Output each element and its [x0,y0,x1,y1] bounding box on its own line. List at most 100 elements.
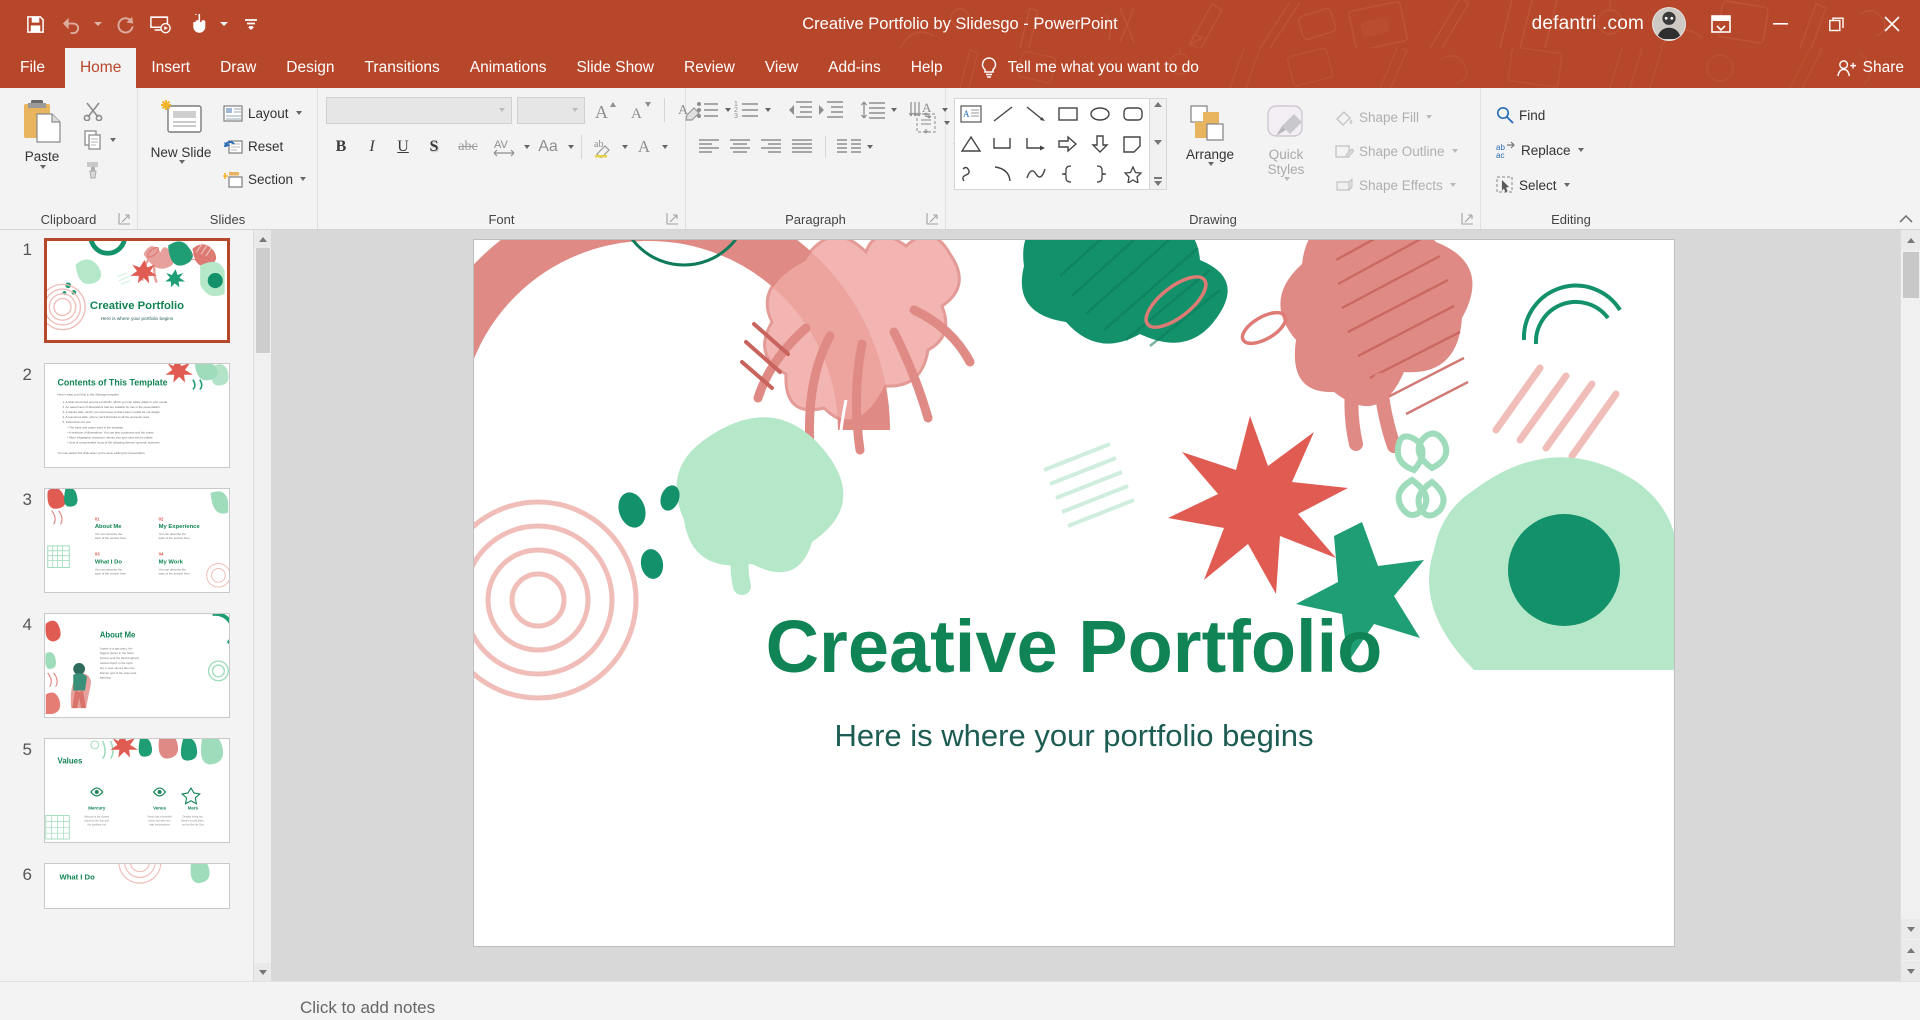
select-caret-icon[interactable] [1563,183,1570,187]
paste-caret-icon[interactable] [40,165,46,170]
format-painter-button[interactable] [78,155,121,183]
bullets-caret-icon[interactable] [725,108,731,112]
paste-button[interactable]: Paste [6,94,78,170]
align-left-button[interactable] [694,133,724,161]
thumbnail-row[interactable]: 2 Contents of This Template Here’s what … [0,363,271,468]
arrange-button[interactable]: Arrange [1177,98,1243,167]
start-presentation-icon[interactable] [144,8,178,40]
next-slide-icon[interactable] [1901,961,1920,981]
section-button[interactable]: Section [218,165,311,193]
font-size-combo[interactable] [517,96,585,124]
numbering-caret-icon[interactable] [765,108,771,112]
thumbnail-slide-6[interactable]: What I Do [44,863,230,909]
character-spacing-button[interactable]: AV [487,133,521,161]
text-shadow-button[interactable]: S [419,133,449,161]
redo-icon[interactable] [108,8,142,40]
select-button[interactable]: Select [1491,171,1575,199]
thumbnail-slide-4[interactable]: About Me Jupiter is a gas giant, the big… [44,613,230,718]
gallery-scroll-down-icon[interactable] [1154,139,1162,145]
increase-font-size-button[interactable]: A [590,96,620,124]
decrease-font-size-button[interactable]: A [625,96,655,124]
font-size-caret-icon[interactable] [572,108,578,112]
shape-outline-button[interactable]: Shape Outline [1329,137,1463,165]
share-button[interactable]: Share [1836,48,1904,88]
thumbpane-scroll-thumb[interactable] [256,248,270,353]
shape-outline-caret-icon[interactable] [1451,149,1458,153]
strikethrough-button[interactable]: abc [450,133,486,161]
tab-draw[interactable]: Draw [205,48,271,88]
oval-shape-icon[interactable] [1089,105,1111,123]
tab-home[interactable]: Home [64,48,137,88]
tab-transitions[interactable]: Transitions [350,48,455,88]
tab-help[interactable]: Help [896,48,958,88]
textbox-shape-icon[interactable]: A [960,105,982,123]
thumbpane-scroll-up-icon[interactable] [254,230,271,248]
replace-caret-icon[interactable] [1577,148,1584,152]
thumbnail-slide-2[interactable]: Contents of This Template Here’s what yo… [44,363,230,468]
character-spacing-caret-icon[interactable] [524,145,530,149]
tab-animations[interactable]: Animations [455,48,562,88]
stage-scroll-down-icon[interactable] [1901,919,1920,939]
tab-slide-show[interactable]: Slide Show [561,48,669,88]
rectangle-shape-icon[interactable] [1057,105,1079,123]
tab-design[interactable]: Design [271,48,349,88]
collapse-ribbon-icon[interactable] [1898,213,1914,225]
undo-icon[interactable] [54,8,88,40]
tab-view[interactable]: View [750,48,813,88]
increase-indent-button[interactable] [816,96,846,124]
tab-add-ins[interactable]: Add-ins [813,48,896,88]
right-arrow-shape-icon[interactable] [1057,135,1079,153]
slide-stage[interactable]: Creative Portfolio Here is where your po… [272,230,1920,981]
font-name-caret-icon[interactable] [499,108,505,112]
touch-mode-dropdown-caret-icon[interactable] [216,8,232,40]
thumbnail-row[interactable]: 6 What I Do [0,863,271,909]
decrease-indent-button[interactable] [785,96,815,124]
columns-button[interactable] [834,133,864,161]
freeform-scribble-icon[interactable] [960,165,982,183]
touch-mode-icon[interactable] [180,8,214,40]
elbow-connector-icon[interactable] [992,135,1014,153]
folded-corner-shape-icon[interactable] [1122,135,1144,153]
bullets-button[interactable] [694,96,722,124]
save-icon[interactable] [18,8,52,40]
thumbnail-slide-5[interactable]: Values Mercury Venus Mars Mercury is the… [44,738,230,843]
new-slide-button[interactable]: New Slide [144,94,218,165]
shape-fill-button[interactable]: Shape Fill [1329,103,1463,131]
line-shape-icon[interactable] [992,105,1014,123]
minimize-button[interactable] [1752,0,1808,48]
stage-scroll-thumb[interactable] [1903,252,1919,298]
line-spacing-button[interactable] [858,96,888,124]
justify-button[interactable] [787,133,817,161]
notes-pane[interactable]: Click to add notes [0,981,1920,1020]
slide-canvas[interactable]: Creative Portfolio Here is where your po… [474,240,1674,946]
arc-shape-icon[interactable] [992,165,1014,183]
arrow-shape-icon[interactable] [1025,105,1047,123]
tab-insert[interactable]: Insert [136,48,205,88]
cut-button[interactable] [78,97,121,125]
gallery-more-icon[interactable] [1154,177,1162,186]
shape-effects-caret-icon[interactable] [1449,183,1456,187]
left-brace-shape-icon[interactable] [1057,165,1079,183]
thumbnail-row[interactable]: 5 Values Mercury Venus Mars Mercury is t… [0,738,271,843]
gallery-scroll-up-icon[interactable] [1154,102,1162,107]
avatar[interactable] [1652,7,1686,41]
tell-me-search[interactable]: Tell me what you want to do [980,48,1199,88]
reset-button[interactable]: Reset [218,132,311,160]
numbering-button[interactable]: 123 [732,96,762,124]
rounded-rectangle-shape-icon[interactable] [1122,105,1144,123]
thumbnail-row[interactable]: 1 Creative Portfolio Here is where your … [0,238,271,343]
quick-styles-button[interactable]: Quick Styles [1253,98,1319,182]
curve-shape-icon[interactable] [1025,165,1047,183]
font-dialog-launcher[interactable] [666,212,679,225]
thumbpane-scroll-down-icon[interactable] [254,963,271,981]
thumbnail-row[interactable]: 4 About Me Jupiter is a gas giant, the b… [0,613,271,718]
layout-caret-icon[interactable] [295,111,302,115]
paragraph-dialog-launcher[interactable] [926,212,939,225]
customize-quick-access-icon[interactable] [234,8,268,40]
thumbnail-row[interactable]: 3 01 About Me You can describe the topic… [0,488,271,593]
tab-file[interactable]: File [0,48,65,88]
line-spacing-caret-icon[interactable] [891,108,897,112]
previous-slide-icon[interactable] [1901,940,1920,960]
copy-caret-icon[interactable] [110,138,116,142]
shape-effects-button[interactable]: Shape Effects [1329,171,1463,199]
